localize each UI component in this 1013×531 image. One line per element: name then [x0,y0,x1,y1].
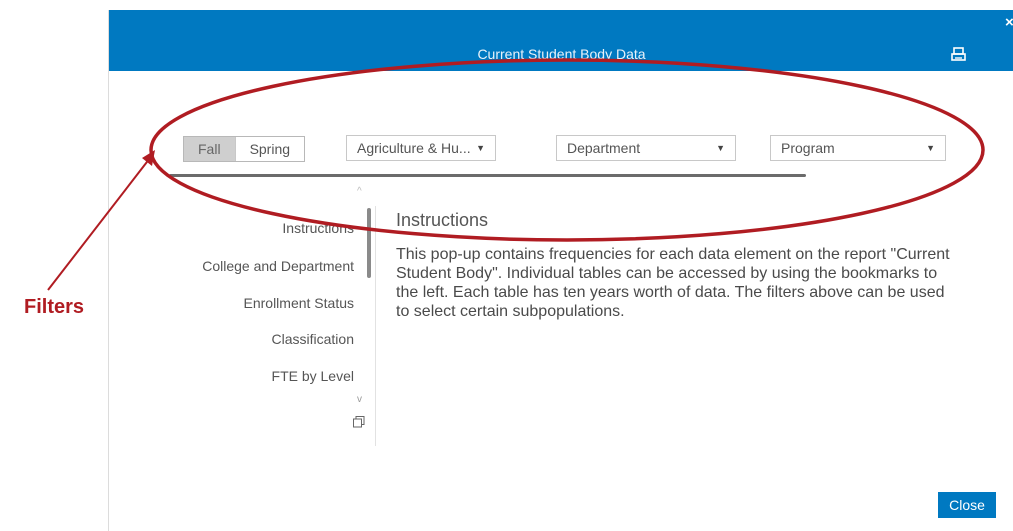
program-select-value: Program [781,140,835,156]
nav-item-fte-by-level[interactable]: FTE by Level [272,368,354,384]
horizontal-scrollbar[interactable] [169,174,806,177]
department-select-value: Department [567,140,641,156]
nav-item-enrollment-status[interactable]: Enrollment Status [244,295,355,311]
chevron-down-icon: ▼ [926,143,935,153]
dialog: Current Student Body Data × Fall Spring … [108,10,1013,531]
copy-icon[interactable] [353,416,365,428]
dialog-header: Current Student Body Data × [109,10,1013,71]
close-icon[interactable]: × [1005,14,1013,31]
close-button[interactable]: Close [938,492,996,518]
term-fall-button[interactable]: Fall [184,137,236,161]
chevron-down-icon: ▼ [476,143,485,153]
chevron-down-icon[interactable]: v [357,394,362,405]
print-icon[interactable] [951,47,967,63]
content-body: This pop-up contains frequencies for eac… [396,246,950,320]
nav-item-instructions[interactable]: Instructions [282,220,354,236]
chevron-up-icon[interactable]: ^ [357,186,362,197]
nav-item-classification[interactable]: Classification [272,331,354,347]
program-select[interactable]: Program ▼ [770,135,946,161]
bookmark-nav: Instructions College and Department Enro… [109,185,359,445]
dialog-title: Current Student Body Data [477,46,646,62]
term-spring-button[interactable]: Spring [236,137,304,161]
college-select[interactable]: Agriculture & Hu... ▼ [346,135,496,161]
chevron-down-icon: ▼ [716,143,725,153]
department-select[interactable]: Department ▼ [556,135,736,161]
content-title: Instructions [396,210,489,230]
term-toggle: Fall Spring [183,136,306,162]
nav-scrollbar[interactable] [367,208,371,278]
annotation-label: Filters [24,296,85,318]
nav-divider [375,206,376,446]
nav-item-college-department[interactable]: College and Department [202,258,354,274]
college-select-value: Agriculture & Hu... [357,140,471,156]
